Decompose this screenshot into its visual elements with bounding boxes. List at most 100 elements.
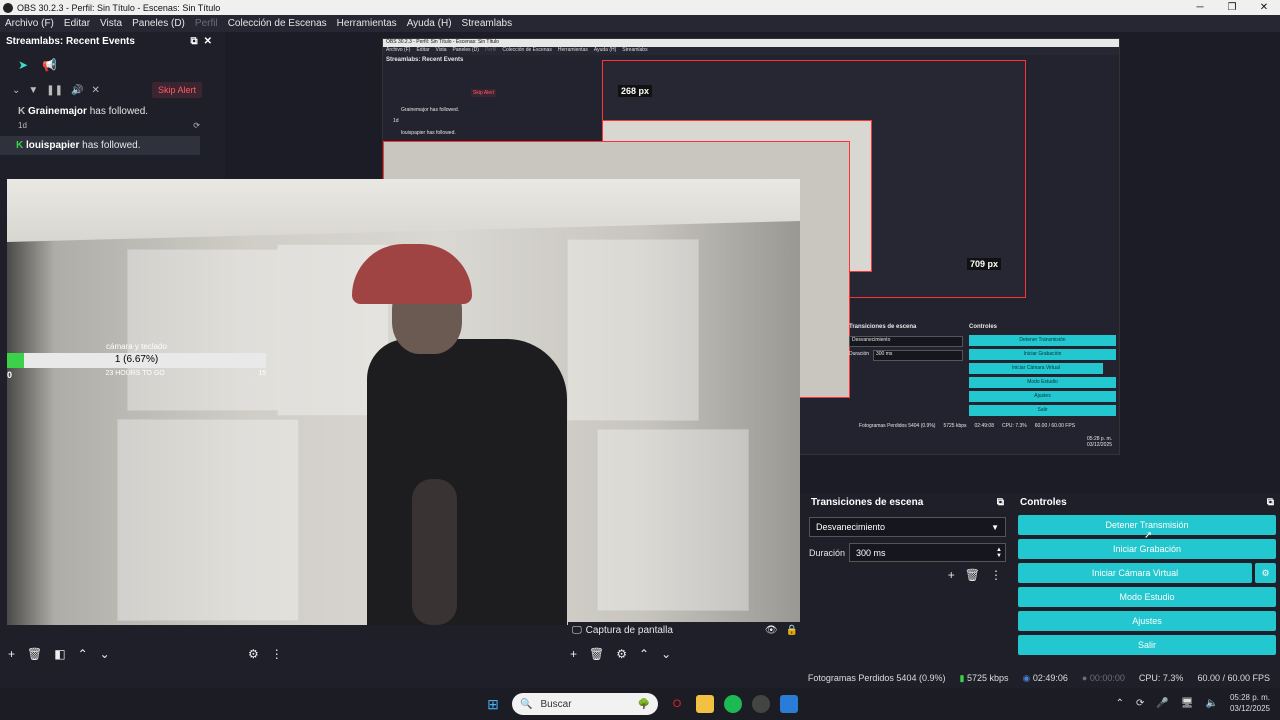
add-icon[interactable]: + [948,568,955,582]
maximize-icon[interactable]: ❐ [1216,2,1248,13]
settings-button[interactable]: Ajustes [1018,611,1276,631]
menu-coleccion[interactable]: Colección de Escenas [223,18,332,29]
menu-archivo[interactable]: Archivo (F) [0,18,59,29]
trash-icon[interactable]: 🗑 [27,647,42,661]
cpu-usage: CPU: 7.3% [1138,673,1184,683]
file-explorer-icon[interactable] [696,695,714,713]
kick-icon: K [16,140,24,151]
gear-icon[interactable]: ⚙ [616,647,627,661]
nested-clock: 05:28 p. m. 03/12/2025 [1087,436,1112,448]
taskbar-clock[interactable]: 05:28 p. m. 03/12/2025 [1230,692,1270,714]
nested-button: Modo Estudio [969,377,1116,388]
undock-icon[interactable]: ⧉ [190,36,197,47]
taskbar-search[interactable]: 🔍 Buscar 🌳 [512,693,658,715]
person-arm [412,479,457,625]
visibility-eye-icon[interactable]: 👁 [765,625,778,636]
goal-value: 1 (6.67%) [114,354,159,365]
undock-icon[interactable]: ⧉ [997,497,1004,508]
chevron-up-icon[interactable]: ⌃ [1116,698,1124,709]
filter-panel-icon[interactable]: ◧ [54,647,65,661]
nested-dropped: Fotogramas Perdidos 5404 (0.9%) [859,423,936,429]
speaker-icon[interactable]: 🔈 [1206,698,1218,709]
lock-icon[interactable]: 🔒 [786,625,798,636]
menu-editar[interactable]: Editar [59,18,95,29]
virtual-camera-button[interactable]: Iniciar Cámara Virtual [1018,563,1252,583]
opera-icon[interactable]: O [668,695,686,713]
repeat-icon[interactable]: ⟳ [193,121,200,130]
dock-close-icon[interactable]: ✕ [204,36,212,47]
webcam-source[interactable] [7,179,800,625]
close-icon[interactable]: ✕ [1248,2,1280,13]
mixer-settings-icon[interactable]: ⚙ [248,647,259,661]
move-down-icon[interactable]: ⌄ [100,647,110,661]
nested-trans-title: Transiciones de escena [849,324,917,330]
nested-event-1-time: 1d [393,118,399,124]
window-title: OBS 30.2.3 - Perfil: Sin Título - Escena… [17,2,221,13]
trash-icon[interactable]: 🗑 [589,647,604,661]
move-down-icon[interactable]: ⌄ [661,647,671,661]
duration-label: Duración [809,547,846,558]
move-up-icon[interactable]: ⌃ [78,647,88,661]
network-icon[interactable]: 🖥 [1181,698,1194,709]
nested-cpu: CPU: 7.3% [1001,423,1027,429]
add-icon[interactable]: + [8,647,15,661]
goal-footer: 0 23 HOURS TO GO 15 [7,370,266,380]
menu-vista[interactable]: Vista [95,18,127,29]
rec-timer: ● 00:00:00 [1082,673,1125,683]
send-icon[interactable]: ➤ [18,58,28,72]
start-recording-button[interactable]: Iniciar Grabación [1018,539,1276,559]
event-action: has followed. [79,140,141,151]
pause-icon[interactable]: ❚❚ [46,85,63,96]
bitrate: ▮ 5725 kbps [959,673,1008,684]
duration-input[interactable]: 300 ms ▲ ▼ [849,543,1006,562]
trash-icon[interactable]: 🗑 [965,568,980,582]
menu-bar: Archivo (F) Editar Vista Paneles (D) Per… [0,15,1280,32]
duration-row: Duración 300 ms ▲ ▼ [809,543,1006,562]
windows-start-icon[interactable]: ⊞ [484,695,502,713]
menu-streamlabs[interactable]: Streamlabs [457,18,518,29]
spinner-arrows-icon[interactable]: ▲ ▼ [996,547,1005,559]
mute-alerts-icon[interactable]: ✕ [92,85,100,96]
spotify-icon[interactable] [724,695,742,713]
event-tabs: ➤ 📢 [0,50,218,72]
events-toolbar: ⌄ ▼ ❚❚ 🔊 ✕ Skip Alert [0,72,218,98]
move-up-icon[interactable]: ⌃ [639,647,649,661]
dock-title: Streamlabs: Recent Events [6,35,135,47]
transitions-dock: Transiciones de escena ⧉ Desvanecimiento… [805,493,1010,668]
exit-button[interactable]: Salir [1018,635,1276,655]
volume-icon[interactable]: 🔊 [71,85,83,96]
filter-icon[interactable]: ▼ [28,85,38,96]
menu-ayuda[interactable]: Ayuda (H) [402,18,457,29]
nested-menu-item: Perfil [484,47,497,53]
kebab-menu-icon[interactable]: ⋮ [990,568,1002,582]
goal-progress-widget: cámara y teclado 1 (6.67%) 0 23 HOURS TO… [7,342,266,382]
sync-icon[interactable]: ⟳ [1136,698,1144,709]
menu-paneles[interactable]: Paneles (D) [127,18,190,29]
stream-icon: ◉ [1022,672,1031,683]
event-user: Grainemajor [28,106,87,117]
chevron-down-icon[interactable]: ⌄ [12,85,20,96]
studio-mode-button[interactable]: Modo Estudio [1018,587,1276,607]
clock-date: 03/12/2025 [1229,704,1270,713]
microphone-icon[interactable]: 🎤 [1156,698,1168,709]
taskbar-apps: ⊞ 🔍 Buscar 🌳 O [484,693,798,715]
skip-alert-button[interactable]: Skip Alert [151,82,202,98]
add-icon[interactable]: + [570,647,577,661]
transition-select[interactable]: Desvanecimiento ▼ [809,517,1006,537]
nested-menu-item: Ayuda (H) [593,47,617,53]
search-icon: 🔍 [520,698,533,710]
virtual-camera-settings-icon[interactable]: ⚙ [1255,563,1276,583]
megaphone-icon[interactable]: 📢 [42,58,57,72]
kick-icon: K [18,106,26,117]
nested-event-2: louispapier has followed. [401,130,456,136]
kebab-menu-icon[interactable]: ⋮ [271,647,283,661]
nested-menu: Archivo (F) Editar Vista Paneles (D) Per… [383,47,1119,55]
undock-icon[interactable]: ⧉ [1267,497,1274,508]
minimize-icon[interactable]: ─ [1184,2,1216,13]
menu-herramientas[interactable]: Herramientas [332,18,402,29]
nested-dur-label: Duración [849,351,870,357]
source-item[interactable]: 🖵 Captura de pantalla 👁 🔒 [568,622,804,638]
nested-button: Salir [969,405,1116,416]
photos-icon[interactable] [780,695,798,713]
obs-taskbar-icon[interactable] [752,695,770,713]
